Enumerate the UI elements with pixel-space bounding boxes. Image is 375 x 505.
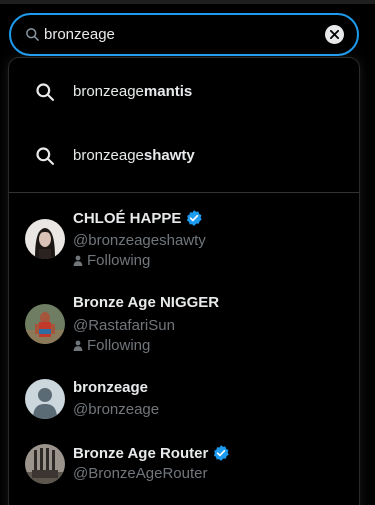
query-suggestion[interactable]: bronzeageshawty xyxy=(9,123,359,187)
user-result[interactable]: Bronze Age NIGGER @RastafariSun Followin… xyxy=(9,285,359,365)
avatar xyxy=(25,444,65,484)
search-input[interactable] xyxy=(44,15,314,54)
top-edge xyxy=(0,0,375,4)
user-result[interactable]: CHLOÉ HAPPE @bronzeageshawty Following xyxy=(9,200,359,280)
search-icon xyxy=(36,83,55,101)
close-icon xyxy=(330,30,339,39)
search-icon xyxy=(26,28,39,41)
avatar xyxy=(25,219,65,259)
user-display-name: Bronze Age NIGGER xyxy=(73,294,220,311)
user-handle: @bronzeageshawty xyxy=(73,232,206,249)
user-handle: @BronzeAgeRouter xyxy=(73,465,208,482)
user-result[interactable]: bronzeage @bronzeage xyxy=(9,370,359,434)
divider xyxy=(9,192,359,193)
user-display-name: Bronze Age Router xyxy=(73,444,230,462)
query-suggestion[interactable]: bronzeagemantis xyxy=(9,59,359,123)
person-icon xyxy=(73,340,83,351)
avatar xyxy=(25,304,65,344)
default-avatar xyxy=(25,379,65,419)
clear-search-button[interactable] xyxy=(325,25,344,44)
query-suggestion-text: bronzeageshawty xyxy=(73,146,195,164)
user-result[interactable]: Bronze Age Router @BronzeAgeRouter xyxy=(9,434,359,498)
person-icon xyxy=(73,255,83,266)
following-indicator: Following xyxy=(73,252,150,269)
search-bar[interactable] xyxy=(9,13,359,56)
search-typeahead-dropdown: bronzeagemantis bronzeageshawty CHLOÉ HA… xyxy=(9,58,359,505)
user-display-name: CHLOÉ HAPPE xyxy=(73,209,203,227)
query-suggestion-text: bronzeagemantis xyxy=(73,82,193,100)
verified-badge-icon xyxy=(214,445,229,461)
following-indicator: Following xyxy=(73,337,150,354)
user-handle: @RastafariSun xyxy=(73,317,175,334)
user-handle: @bronzeage xyxy=(73,401,160,418)
user-display-name: bronzeage xyxy=(73,379,149,396)
verified-badge-icon xyxy=(187,210,203,226)
search-icon xyxy=(36,147,55,165)
